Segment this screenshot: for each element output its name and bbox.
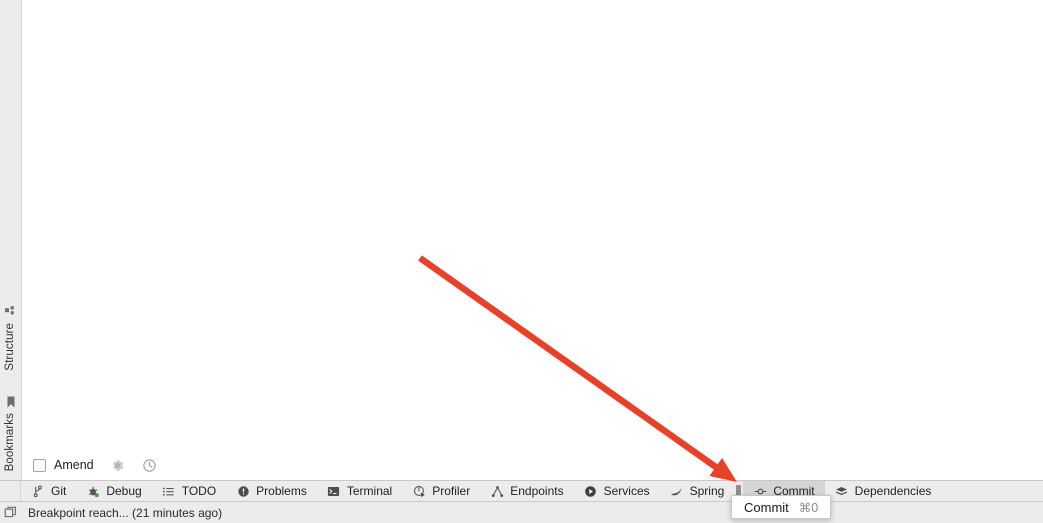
- tooltip-title: Commit: [744, 499, 789, 515]
- structure-icon: [4, 305, 18, 319]
- tool-window-tab-git[interactable]: Git: [21, 481, 76, 501]
- tool-window-tab-spring[interactable]: Spring: [660, 481, 735, 501]
- ide-window: Structure Bookmarks Amend Git Debug TODO…: [0, 0, 1043, 523]
- tool-window-tab-profiler[interactable]: Profiler: [402, 481, 480, 501]
- dependencies-icon: [835, 484, 849, 498]
- tool-window-tab-debug[interactable]: Debug: [76, 481, 151, 501]
- tool-window-tab-todo[interactable]: TODO: [152, 481, 226, 501]
- commit-tool-window: Amend: [22, 0, 1043, 480]
- status-message[interactable]: Breakpoint reach... (21 minutes ago): [28, 506, 222, 520]
- sidebar-item-bookmarks[interactable]: Bookmarks: [0, 395, 21, 471]
- left-tool-stripe: Structure Bookmarks: [0, 0, 22, 480]
- tool-window-tab-debug-label: Debug: [106, 484, 142, 498]
- tool-window-tab-profiler-label: Profiler: [432, 484, 471, 498]
- tooltip-commit: Commit ⌘0: [731, 495, 832, 519]
- debug-bug-icon: [86, 484, 100, 498]
- sidebar-item-structure-label: Structure: [4, 323, 16, 371]
- terminal-icon: [327, 484, 341, 498]
- tooltip-shortcut: ⌘0: [798, 500, 819, 515]
- tool-window-tab-services[interactable]: Services: [574, 481, 660, 501]
- tool-window-tab-problems-label: Problems: [256, 484, 307, 498]
- tool-window-tab-dependencies[interactable]: Dependencies: [825, 481, 942, 501]
- tool-window-tab-todo-label: TODO: [181, 484, 217, 498]
- upper-region: Structure Bookmarks Amend: [0, 0, 1043, 480]
- tool-window-tab-git-label: Git: [51, 484, 67, 498]
- tool-window-tab-spring-label: Spring: [689, 484, 725, 498]
- tool-window-tabs: Git Debug TODO Problems Terminal Profile…: [21, 481, 1043, 501]
- tool-window-tab-dependencies-label: Dependencies: [854, 484, 932, 498]
- profiler-icon: [412, 484, 426, 498]
- amend-label: Amend: [54, 458, 94, 472]
- services-play-icon: [584, 484, 598, 498]
- tool-window-tab-problems[interactable]: Problems: [226, 481, 317, 501]
- tool-window-tab-endpoints-label: Endpoints: [510, 484, 564, 498]
- tool-window-tab-terminal[interactable]: Terminal: [317, 481, 402, 501]
- sidebar-item-bookmarks-label: Bookmarks: [4, 413, 16, 472]
- amend-checkbox[interactable]: [33, 458, 46, 472]
- git-branch-icon: [31, 484, 45, 498]
- endpoints-icon: [490, 484, 504, 498]
- tool-window-bar: Git Debug TODO Problems Terminal Profile…: [0, 480, 1043, 502]
- commit-changes-area[interactable]: [22, 0, 1043, 450]
- tool-window-tab-services-label: Services: [603, 484, 650, 498]
- bookmark-icon: [4, 395, 18, 409]
- spring-leaf-icon: [670, 484, 684, 498]
- sidebar-item-structure[interactable]: Structure: [0, 305, 21, 371]
- status-bar: Breakpoint reach... (21 minutes ago): [0, 502, 1043, 523]
- todo-list-icon: [162, 484, 176, 498]
- gear-icon[interactable]: [110, 457, 126, 473]
- clock-history-icon[interactable]: [142, 457, 158, 473]
- tool-window-tab-endpoints[interactable]: Endpoints: [480, 481, 573, 501]
- problems-icon: [236, 484, 250, 498]
- amend-row: Amend: [22, 450, 1043, 480]
- toolbar-left-padding: [0, 481, 21, 501]
- tool-window-tab-terminal-label: Terminal: [346, 484, 393, 498]
- event-log-icon[interactable]: [0, 506, 21, 519]
